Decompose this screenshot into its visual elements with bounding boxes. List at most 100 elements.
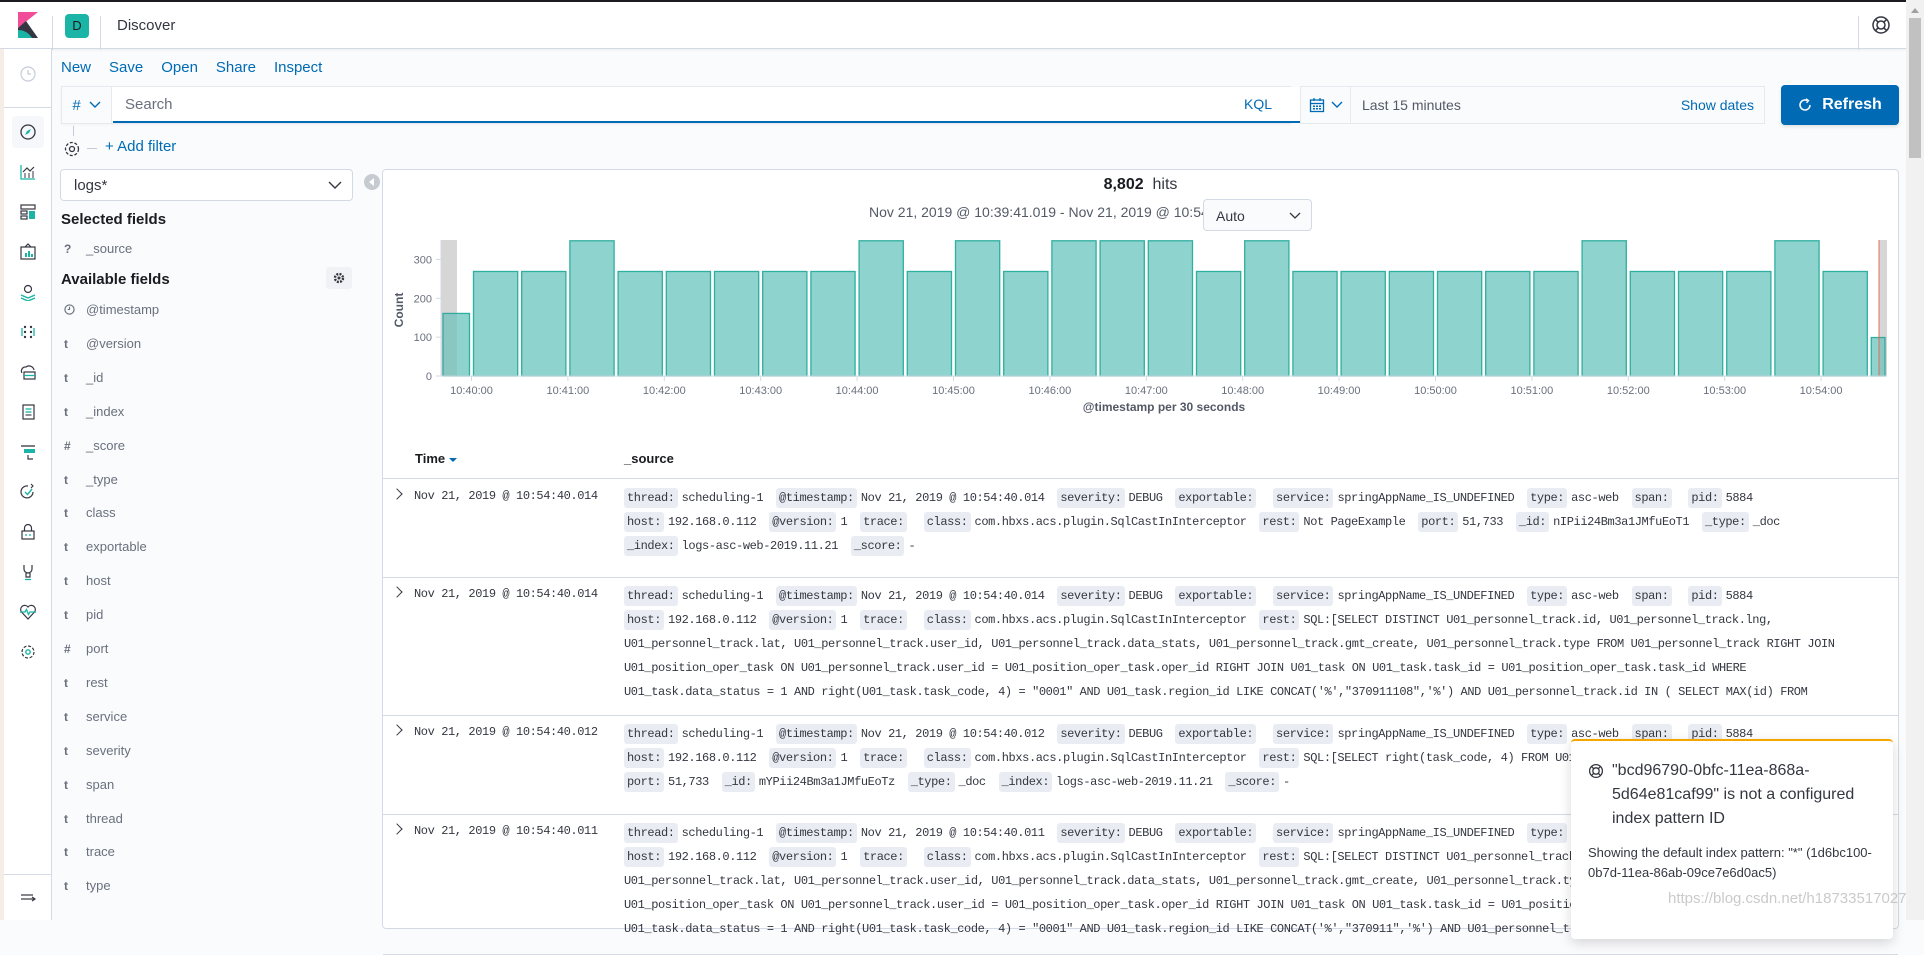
field-item-id[interactable]: t _id	[62, 370, 103, 390]
nav-collapse-toggle[interactable]	[12, 881, 44, 913]
histogram-bar[interactable]	[1581, 240, 1627, 377]
time-range-label[interactable]: Last 15 minutes	[1362, 97, 1461, 113]
field-item-port[interactable]: # port	[62, 641, 108, 661]
histogram-bar[interactable]	[1195, 270, 1242, 377]
field-item-span[interactable]: t span	[62, 777, 114, 797]
field-item-type[interactable]: t _type	[62, 472, 118, 492]
kql-toggle[interactable]: KQL	[1244, 96, 1272, 112]
nav-logs[interactable]	[12, 396, 44, 428]
interval-select[interactable]: Auto	[1203, 199, 1312, 231]
histogram-bar[interactable]	[472, 270, 519, 377]
menu-open[interactable]: Open	[161, 59, 198, 76]
page-scrollbar[interactable]	[1906, 0, 1924, 920]
field-item-score[interactable]: # _score	[62, 438, 125, 458]
nav-recently-viewed[interactable]	[12, 58, 44, 90]
histogram-chart[interactable]: 0 100 200 300 10:40:00 10:41:00 10:42:00 10:43:…	[383, 240, 1900, 440]
nav-uptime[interactable]	[12, 476, 44, 508]
histogram-bar[interactable]	[1244, 240, 1290, 377]
histogram-bar[interactable]	[1099, 240, 1145, 377]
kibana-logo-icon[interactable]	[18, 12, 38, 38]
histogram-bar[interactable]	[1388, 270, 1435, 377]
menu-share[interactable]: Share	[216, 59, 256, 76]
field-item-severity[interactable]: t severity	[62, 743, 131, 763]
help-lifebuoy-icon[interactable]	[1871, 15, 1891, 35]
space-avatar[interactable]: D	[65, 14, 89, 38]
expand-row-chevron-icon[interactable]	[391, 586, 403, 598]
query-language-button[interactable]: #	[62, 87, 112, 123]
field-item-exportable[interactable]: t exportable	[62, 539, 147, 559]
field-item-thread[interactable]: t thread	[62, 811, 123, 831]
field-item-host[interactable]: t host	[62, 573, 111, 593]
histogram-bar[interactable]	[1774, 240, 1820, 377]
show-dates-button[interactable]: Show dates	[1681, 97, 1754, 113]
menu-new[interactable]: New	[61, 59, 91, 76]
nav-maps[interactable]	[12, 276, 44, 308]
histogram-bar[interactable]	[1485, 270, 1531, 377]
field-item-pid[interactable]: t pid	[62, 607, 103, 627]
nav-canvas[interactable]	[12, 236, 44, 268]
histogram-bar[interactable]	[1629, 270, 1676, 377]
histogram-bar[interactable]	[810, 270, 856, 377]
nav-dev-tools[interactable]	[12, 556, 44, 588]
field-item-service[interactable]: t service	[62, 709, 127, 729]
nav-stack-monitoring[interactable]	[12, 596, 44, 628]
string-type-icon: t	[64, 540, 68, 555]
x-tick-label: 10:46:00	[1028, 385, 1071, 397]
menu-save[interactable]: Save	[109, 59, 143, 76]
nav-siem[interactable]	[12, 516, 44, 548]
source-field-value: DEBUG	[1128, 727, 1163, 741]
field-item-timestamp[interactable]: @timestamp	[62, 302, 159, 322]
field-item-rest[interactable]: t rest	[62, 675, 108, 695]
nav-apm[interactable]	[12, 436, 44, 468]
histogram-bar[interactable]	[1436, 270, 1483, 377]
scroll-up-arrow-icon[interactable]	[1911, 8, 1919, 13]
index-pattern-select[interactable]: logs*	[60, 169, 353, 201]
field-item-type[interactable]: t type	[62, 878, 111, 898]
nav-visualize[interactable]	[12, 156, 44, 188]
histogram-bar[interactable]	[858, 240, 904, 377]
nav-dashboard[interactable]	[12, 196, 44, 228]
refresh-button[interactable]: Refresh	[1781, 85, 1899, 125]
filter-options-gear-icon[interactable]	[63, 140, 81, 158]
field-item-version[interactable]: t @version	[62, 336, 141, 356]
histogram-bar[interactable]	[665, 270, 712, 377]
histogram-bar[interactable]	[713, 270, 760, 377]
histogram-bar[interactable]	[1051, 240, 1097, 377]
scrollbar-thumb[interactable]	[1909, 18, 1921, 158]
field-item-trace[interactable]: t trace	[62, 844, 115, 864]
add-filter-button[interactable]: + Add filter	[105, 138, 176, 155]
histogram-bar[interactable]	[569, 240, 615, 377]
histogram-bar[interactable]	[762, 270, 808, 377]
field-item-index[interactable]: t _index	[62, 404, 124, 424]
histogram-bar[interactable]	[521, 270, 567, 377]
collapse-sidebar-button[interactable]	[364, 174, 380, 190]
nav-machine-learning[interactable]	[12, 316, 44, 348]
expand-row-chevron-icon[interactable]	[391, 823, 403, 835]
nav-divider	[4, 107, 52, 108]
nav-management[interactable]	[12, 636, 44, 668]
field-item-class[interactable]: t class	[62, 505, 116, 525]
menu-inspect[interactable]: Inspect	[274, 59, 322, 76]
histogram-bar[interactable]	[1822, 270, 1868, 377]
x-tick-label: 10:52:00	[1607, 385, 1650, 397]
expand-row-chevron-icon[interactable]	[391, 488, 403, 500]
quick-select-button[interactable]	[1301, 87, 1351, 123]
histogram-bar[interactable]	[906, 270, 953, 377]
field-item-source[interactable]: ? _source	[62, 241, 132, 261]
expand-row-chevron-icon[interactable]	[391, 724, 403, 736]
histogram-bar[interactable]	[1340, 270, 1386, 377]
histogram-bar[interactable]	[617, 270, 663, 377]
field-settings-button[interactable]	[326, 267, 352, 289]
histogram-bar[interactable]	[1147, 240, 1194, 377]
histogram-bar[interactable]	[954, 240, 1001, 377]
sort-desc-icon[interactable]	[449, 457, 458, 462]
time-column-header[interactable]: Time	[415, 451, 458, 466]
nav-discover[interactable]	[12, 116, 44, 148]
search-input[interactable]	[113, 87, 1308, 123]
histogram-bar[interactable]	[1726, 270, 1772, 377]
nav-infrastructure[interactable]	[12, 356, 44, 388]
histogram-bar[interactable]	[1292, 270, 1338, 377]
histogram-bar[interactable]	[1533, 270, 1579, 377]
histogram-bar[interactable]	[1677, 270, 1724, 377]
histogram-bar[interactable]	[1003, 270, 1049, 377]
